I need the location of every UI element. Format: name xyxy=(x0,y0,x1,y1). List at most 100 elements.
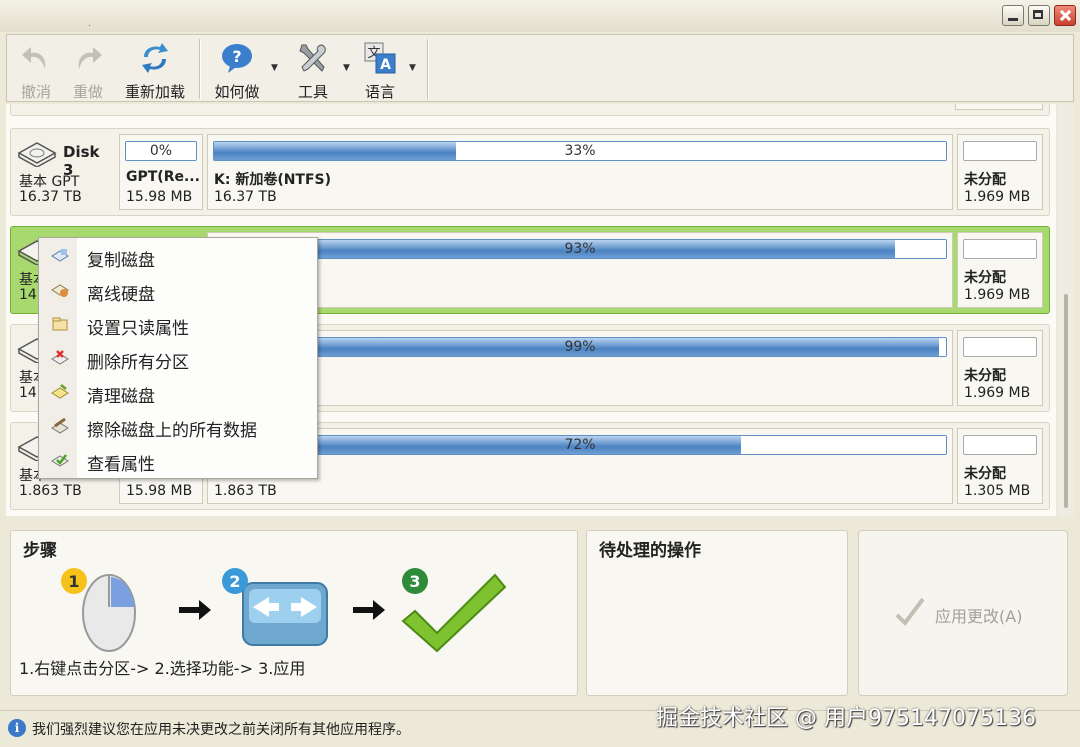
menu-item-erase-all-data[interactable]: 擦除磁盘上的所有数据 xyxy=(39,410,317,442)
mouse-icon: 1 xyxy=(61,568,136,652)
tools-button[interactable]: 工具 xyxy=(285,35,341,101)
apply-changes-label: 应用更改(A) xyxy=(935,607,1023,626)
info-icon: i xyxy=(8,719,26,737)
title-bar: . xyxy=(0,0,1080,32)
status-message: 我们强烈建议您在应用未决更改之前关闭所有其他应用程序。 xyxy=(32,722,410,738)
menu-item-set-readonly[interactable]: 设置只读属性 xyxy=(39,308,317,340)
unallocated-bar xyxy=(963,239,1037,259)
usage-percent: 99% xyxy=(564,339,596,355)
pending-title: 待处理的操作 xyxy=(599,541,701,561)
maximize-button[interactable] xyxy=(1028,5,1050,26)
svg-text:?: ? xyxy=(232,47,241,66)
menu-item-copy-disk[interactable]: 复制磁盘 xyxy=(39,240,317,272)
unallocated-partition[interactable] xyxy=(955,104,1043,110)
partition-size: 1.969 MB xyxy=(964,189,1031,205)
language-dropdown-arrow[interactable]: ▼ xyxy=(409,63,416,73)
howto-dropdown-arrow[interactable]: ▼ xyxy=(271,63,278,73)
partition-size: 1.863 TB xyxy=(214,483,277,499)
steps-instructions: 1.右键点击分区-> 2.选择功能-> 3.应用 xyxy=(19,659,306,678)
unallocated-bar xyxy=(963,141,1037,161)
unallocated-bar xyxy=(963,337,1037,357)
redo-button[interactable]: 重做 xyxy=(63,35,113,101)
delete-partitions-icon xyxy=(51,350,69,365)
partition-size: 16.37 TB xyxy=(214,189,277,205)
language-button[interactable]: 文 A 语言 xyxy=(355,35,405,101)
disk-size: 16.37 TB xyxy=(19,189,82,205)
partition-k[interactable]: 33% K: 新加卷(NTFS) 16.37 TB xyxy=(207,134,953,210)
tools-label: 工具 xyxy=(297,83,328,101)
wipe-disk-icon xyxy=(51,384,69,399)
disk-row[interactable]: Disk 3 基本 GPT 16.37 TB 0% GPT(Re... 15.9… xyxy=(10,128,1050,216)
checkmark-icon xyxy=(895,597,925,627)
partition-size: 1.969 MB xyxy=(964,287,1031,303)
partition-label: GPT(Re... xyxy=(126,169,200,185)
partition-size: 15.98 MB xyxy=(126,189,193,205)
steps-title: 步骤 xyxy=(23,541,57,561)
menu-item-view-properties[interactable]: 查看属性 xyxy=(39,444,317,476)
usage-percent: 93% xyxy=(564,241,596,257)
unallocated-partition[interactable]: 未分配 1.969 MB xyxy=(957,232,1043,308)
apply-changes-button[interactable]: 应用更改(A) xyxy=(858,530,1068,696)
copy-disk-icon xyxy=(51,249,69,262)
partition-label: 未分配 xyxy=(964,466,1006,482)
usage-bar: 0% xyxy=(125,141,197,161)
minimize-button[interactable] xyxy=(1002,5,1024,26)
tools-dropdown-arrow[interactable]: ▼ xyxy=(343,63,350,73)
reload-button[interactable]: 重新加载 xyxy=(115,35,195,101)
unallocated-partition[interactable]: 未分配 1.305 MB xyxy=(957,428,1043,504)
tools-icon xyxy=(299,44,326,72)
partition[interactable]: 72% S) 1.863 TB xyxy=(207,428,953,504)
hard-disk-icon xyxy=(17,142,57,167)
menu-item-offline-disk[interactable]: 离线硬盘 xyxy=(39,274,317,306)
menu-item-wipe-disk[interactable]: 清理磁盘 xyxy=(39,376,317,408)
disk-row-partial[interactable] xyxy=(10,104,1050,116)
disk-size: 1.863 TB xyxy=(19,483,82,499)
close-button[interactable] xyxy=(1054,5,1076,26)
svg-text:A: A xyxy=(380,57,391,73)
unallocated-bar xyxy=(963,435,1037,455)
menu-item-label: 离线硬盘 xyxy=(87,285,155,305)
partition-size: 1.305 MB xyxy=(964,483,1031,499)
unallocated-partition[interactable]: 未分配 1.969 MB xyxy=(957,134,1043,210)
bottom-area: 步骤 1 2 3 1.右键点击分区-> 2.选择功能-> 3.应用 待处理的操作… xyxy=(6,518,1074,710)
offline-disk-icon xyxy=(51,284,69,297)
howto-button[interactable]: ? 如何做 xyxy=(207,35,267,101)
partition[interactable]: 99% S) xyxy=(207,330,953,406)
redo-label: 重做 xyxy=(72,83,103,101)
disk-type: 基本 GPT xyxy=(19,174,80,190)
pending-operations-panel: 待处理的操作 xyxy=(586,530,848,696)
step-badge-1: 1 xyxy=(68,572,79,591)
undo-icon xyxy=(22,47,46,69)
menu-item-label: 清理磁盘 xyxy=(87,387,155,407)
context-menu: 复制磁盘 离线硬盘 设置只读属性 删除所有分区 清理磁盘 擦除磁盘上的所有数据 … xyxy=(38,237,318,479)
toolbar-separator xyxy=(199,39,201,99)
usage-bar: 93% xyxy=(213,239,947,259)
language-icon: 文 A xyxy=(364,42,396,74)
usage-bar: 72% xyxy=(213,435,947,455)
undo-button[interactable]: 撤消 xyxy=(11,35,61,101)
vertical-scrollbar[interactable] xyxy=(1058,104,1074,516)
partition-size: 15.98 MB xyxy=(126,483,193,499)
partition-label: K: 新加卷(NTFS) xyxy=(214,172,332,188)
step-badge-3: 3 xyxy=(409,572,420,591)
usage-bar: 33% xyxy=(213,141,947,161)
arrow-right-icon xyxy=(353,600,385,620)
properties-icon xyxy=(51,454,69,467)
reload-icon xyxy=(142,43,168,73)
menu-item-delete-all-partitions[interactable]: 删除所有分区 xyxy=(39,342,317,374)
disk-info[interactable]: Disk 3 基本 GPT 16.37 TB xyxy=(15,135,115,211)
partition-label: 未分配 xyxy=(964,270,1006,286)
reload-label: 重新加载 xyxy=(124,83,185,101)
undo-label: 撤消 xyxy=(20,83,51,101)
unallocated-partition[interactable]: 未分配 1.969 MB xyxy=(957,330,1043,406)
usage-bar: 99% xyxy=(213,337,947,357)
disk-size: 14 xyxy=(19,287,37,303)
howto-label: 如何做 xyxy=(214,83,260,101)
help-icon: ? xyxy=(222,44,252,73)
scrollbar-thumb[interactable] xyxy=(1064,294,1068,508)
partition[interactable]: 93% S) xyxy=(207,232,953,308)
partition-gpt-reserved[interactable]: 0% GPT(Re... 15.98 MB xyxy=(119,134,203,210)
step-badge-2: 2 xyxy=(229,572,240,591)
arrow-right-icon xyxy=(179,600,211,620)
disk-function-icon: 2 xyxy=(222,568,328,646)
